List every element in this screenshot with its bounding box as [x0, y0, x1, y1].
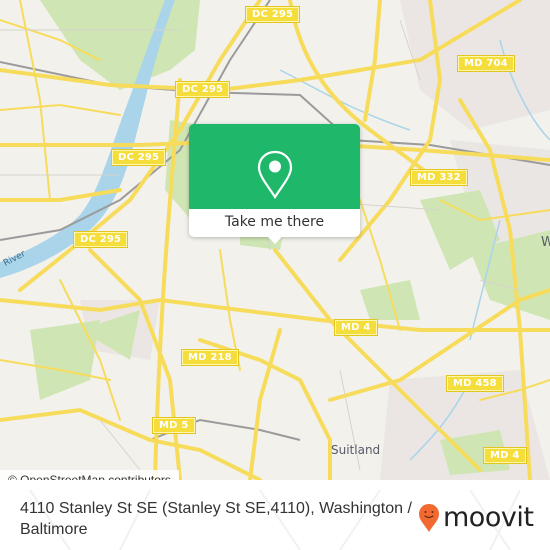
road-shield-dc-295: DC 295 — [244, 6, 301, 23]
road-shield-md-332: MD 332 — [410, 169, 468, 186]
road-shield-md-218: MD 218 — [181, 349, 239, 366]
place-label-edge: W — [541, 235, 550, 250]
road-shield-dc-295: DC 295 — [174, 81, 231, 98]
popup-header — [189, 124, 360, 209]
address-text: 4110 Stanley St SE (Stanley St SE,4110),… — [20, 500, 412, 538]
moovit-smiley-pin-icon — [419, 504, 439, 532]
road-shield-dc-295: DC 295 — [72, 231, 129, 248]
road-shield-dc-295: DC 295 — [110, 149, 167, 166]
moovit-wordmark: moovit — [443, 502, 534, 533]
place-label-suitland: Suitland — [331, 443, 381, 457]
road-shield-md-5: MD 5 — [152, 417, 196, 434]
osm-attribution[interactable]: © OpenStreetMap contributors — [0, 470, 179, 480]
popup-pointer — [267, 236, 283, 244]
map-canvas[interactable]: DC 295 DC 295 DC 295 DC 295 MD 704 MD 33… — [0, 0, 550, 480]
moovit-logo[interactable]: moovit — [418, 502, 534, 533]
location-popup: Take me there — [189, 124, 360, 244]
road-shield-md-704: MD 704 — [457, 55, 515, 72]
road-shield-md-4: MD 4 — [334, 319, 378, 336]
take-me-there-button[interactable]: Take me there — [189, 209, 360, 237]
road-shield-md-4: MD 4 — [483, 447, 527, 464]
map-pin-icon — [257, 150, 293, 200]
road-shield-md-458: MD 458 — [446, 375, 504, 392]
